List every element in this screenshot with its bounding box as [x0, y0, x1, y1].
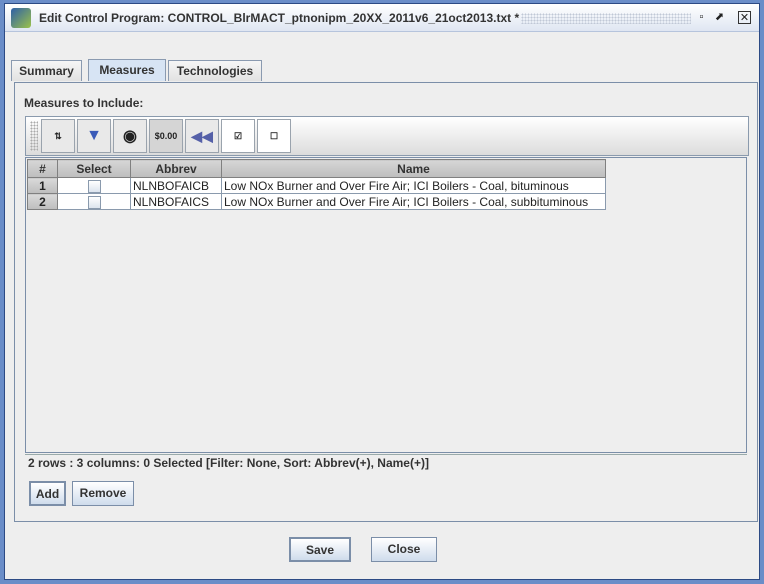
- select-all-icon: ☑: [233, 130, 243, 141]
- close-icon[interactable]: ✕: [738, 11, 751, 24]
- format-icon: $0.00: [154, 131, 178, 141]
- measures-section-label: Measures to Include:: [24, 96, 144, 110]
- title-bar[interactable]: Edit Control Program: CONTROL_BlrMACT_pt…: [5, 4, 759, 32]
- close-button[interactable]: Close: [371, 537, 437, 562]
- row-number: 1: [27, 177, 58, 194]
- column-header-abbrev[interactable]: Abbrev: [130, 159, 222, 178]
- name-cell: Low NOx Burner and Over Fire Air; ICI Bo…: [221, 193, 606, 210]
- add-button[interactable]: Add: [29, 481, 66, 506]
- format-button[interactable]: $0.00: [149, 119, 183, 153]
- edit-control-program-window: Edit Control Program: CONTROL_BlrMACT_pt…: [4, 3, 760, 580]
- measures-table: # Select Abbrev Name 1 NLNBOFAICB Low NO…: [25, 157, 747, 453]
- select-cell[interactable]: [57, 177, 131, 194]
- close-button-label: Close: [387, 542, 421, 556]
- select-all-button[interactable]: ☑: [221, 119, 255, 153]
- reset-icon: ◀◀: [191, 127, 213, 144]
- remove-button[interactable]: Remove: [72, 481, 134, 506]
- tab-technologies[interactable]: Technologies: [168, 60, 262, 81]
- title-bar-grip: [521, 13, 691, 24]
- save-button[interactable]: Save: [289, 537, 351, 562]
- clear-selection-button[interactable]: ☐: [257, 119, 291, 153]
- view-button[interactable]: ◉: [113, 119, 147, 153]
- name-cell: Low NOx Burner and Over Fire Air; ICI Bo…: [221, 177, 606, 194]
- column-header-number[interactable]: #: [27, 159, 58, 178]
- sort-button[interactable]: ⇅: [41, 119, 75, 153]
- app-icon: [11, 8, 31, 28]
- filter-icon: ▼: [86, 127, 102, 144]
- abbrev-cell: NLNBOFAICS: [130, 193, 222, 210]
- column-header-select[interactable]: Select: [57, 159, 131, 178]
- window-title: Edit Control Program: CONTROL_BlrMACT_pt…: [39, 11, 520, 25]
- maximize-icon[interactable]: ⬈: [713, 11, 726, 24]
- sort-icon: ⇅: [54, 130, 62, 141]
- tab-summary[interactable]: Summary: [11, 60, 82, 81]
- row-number: 2: [27, 193, 58, 210]
- select-cell[interactable]: [57, 193, 131, 210]
- view-icon: ◉: [123, 128, 137, 145]
- table-toolbar: ⇅ ▼ ◉ $0.00 ◀◀ ☑ ☐: [25, 116, 749, 156]
- filter-button[interactable]: ▼: [77, 119, 111, 153]
- table-status: 2 rows : 3 columns: 0 Selected [Filter: …: [25, 454, 747, 470]
- save-button-label: Save: [305, 543, 335, 557]
- select-checkbox[interactable]: [87, 195, 101, 209]
- select-checkbox[interactable]: [87, 179, 101, 193]
- remove-button-label: Remove: [79, 486, 127, 500]
- table-row[interactable]: 1 NLNBOFAICB Low NOx Burner and Over Fir…: [27, 177, 606, 194]
- table-row[interactable]: 2 NLNBOFAICS Low NOx Burner and Over Fir…: [27, 193, 606, 210]
- tab-measures[interactable]: Measures: [88, 59, 166, 81]
- reset-button[interactable]: ◀◀: [185, 119, 219, 153]
- toolbar-grip[interactable]: [30, 121, 38, 151]
- abbrev-cell: NLNBOFAICB: [130, 177, 222, 194]
- minimize-icon[interactable]: ▫: [695, 11, 708, 24]
- add-button-label: Add: [35, 487, 60, 501]
- column-header-name[interactable]: Name: [221, 159, 606, 178]
- measures-panel: Measures to Include: ⇅ ▼ ◉ $0.00 ◀◀ ☑ ☐ …: [14, 82, 758, 522]
- clear-selection-icon: ☐: [269, 130, 279, 141]
